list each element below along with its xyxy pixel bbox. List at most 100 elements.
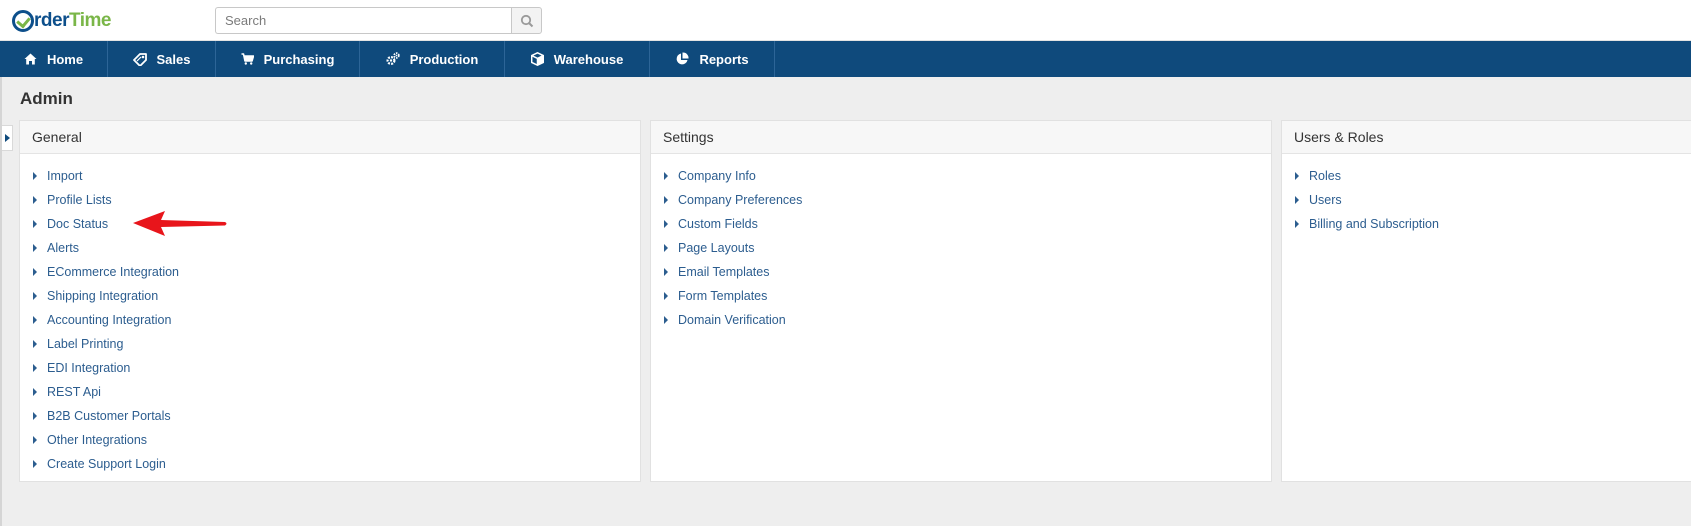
link-label: EDI Integration [47, 361, 131, 375]
link-label: Page Layouts [678, 241, 755, 255]
link-profile-lists[interactable]: Profile Lists [20, 188, 640, 212]
link-label: Label Printing [47, 337, 124, 351]
link-label: Domain Verification [678, 313, 786, 327]
link-domain-verification[interactable]: Domain Verification [651, 308, 1271, 332]
caret-right-icon [33, 196, 37, 204]
cart-icon [241, 53, 254, 65]
panel-general: General Import Profile Lists Doc Status … [19, 120, 641, 482]
logo-check-icon [12, 10, 34, 32]
link-label: Create Support Login [47, 457, 166, 471]
caret-right-icon [33, 316, 37, 324]
link-label: B2B Customer Portals [47, 409, 171, 423]
link-label: Roles [1309, 169, 1341, 183]
link-page-layouts[interactable]: Page Layouts [651, 236, 1271, 260]
link-roles[interactable]: Roles [1282, 164, 1691, 188]
link-label: Company Info [678, 169, 756, 183]
link-b2b-customer-portals[interactable]: B2B Customer Portals [20, 404, 640, 428]
red-arrow-icon [133, 211, 227, 236]
caret-right-icon [33, 364, 37, 372]
ordertime-logo[interactable]: rder Time [12, 9, 111, 33]
box-icon [530, 52, 544, 66]
link-rest-api[interactable]: REST Api [20, 380, 640, 404]
nav-warehouse[interactable]: Warehouse [505, 41, 650, 77]
link-other-integrations[interactable]: Other Integrations [20, 428, 640, 452]
home-icon [24, 53, 37, 65]
link-label: Company Preferences [678, 193, 803, 207]
nav-production-label: Production [409, 51, 479, 67]
link-edi-integration[interactable]: EDI Integration [20, 356, 640, 380]
caret-right-icon [33, 436, 37, 444]
link-company-info[interactable]: Company Info [651, 164, 1271, 188]
nav-home-label: Home [46, 51, 84, 67]
caret-right-icon [33, 268, 37, 276]
nav-home[interactable]: Home [0, 41, 108, 77]
gears-icon [386, 52, 400, 66]
caret-right-icon [664, 316, 668, 324]
link-label: Users [1309, 193, 1342, 207]
link-label: Accounting Integration [47, 313, 172, 327]
link-label-printing[interactable]: Label Printing [20, 332, 640, 356]
search-box [215, 7, 542, 34]
page-title: Admin [20, 89, 73, 108]
panel-settings-links: Company Info Company Preferences Custom … [651, 154, 1271, 332]
link-accounting-integration[interactable]: Accounting Integration [20, 308, 640, 332]
link-email-templates[interactable]: Email Templates [651, 260, 1271, 284]
link-billing-and-subscription[interactable]: Billing and Subscription [1282, 212, 1691, 236]
logo-text-time: Time [68, 10, 112, 31]
caret-right-icon [33, 340, 37, 348]
link-ecommerce-integration[interactable]: ECommerce Integration [20, 260, 640, 284]
link-users[interactable]: Users [1282, 188, 1691, 212]
caret-right-icon [33, 412, 37, 420]
nav-sales-label: Sales [156, 51, 191, 67]
link-label: Doc Status [47, 217, 109, 231]
nav-sales[interactable]: Sales [108, 41, 216, 77]
panel-settings: Settings Company Info Company Preference… [650, 120, 1272, 482]
caret-right-icon [664, 268, 668, 276]
link-shipping-integration[interactable]: Shipping Integration [20, 284, 640, 308]
panel-users-roles-links: Roles Users Billing and Subscription [1282, 154, 1691, 236]
link-form-templates[interactable]: Form Templates [651, 284, 1271, 308]
caret-right-icon [33, 388, 37, 396]
link-import[interactable]: Import [20, 164, 640, 188]
top-bar: rder Time [0, 0, 1691, 41]
search-button[interactable] [511, 7, 542, 34]
nav-purchasing[interactable]: Purchasing [216, 41, 360, 77]
sidebar-toggle[interactable] [2, 125, 13, 151]
link-label: Form Templates [678, 289, 768, 303]
link-label: Import [47, 169, 83, 183]
nav-production[interactable]: Production [360, 41, 505, 77]
caret-right-icon [33, 244, 37, 252]
search-input[interactable] [215, 7, 511, 34]
link-label: Custom Fields [678, 217, 758, 231]
caret-right-icon [1295, 172, 1299, 180]
link-custom-fields[interactable]: Custom Fields [651, 212, 1271, 236]
panel-general-links: Import Profile Lists Doc Status Alerts E… [20, 154, 640, 476]
link-alerts[interactable]: Alerts [20, 236, 640, 260]
link-label: Email Templates [678, 265, 770, 279]
caret-right-icon [664, 292, 668, 300]
main-nav: Home Sales Purchasing Production Warehou… [0, 41, 1691, 77]
link-label: Alerts [47, 241, 79, 255]
logo-text-order: rder [34, 10, 69, 31]
chevron-right-icon [4, 134, 10, 142]
caret-right-icon [33, 220, 37, 228]
content-area: Admin General Import Profile Lists Doc S… [0, 77, 1691, 526]
search-icon [520, 14, 533, 27]
link-company-preferences[interactable]: Company Preferences [651, 188, 1271, 212]
panel-users-roles-header: Users & Roles [1282, 121, 1691, 154]
caret-right-icon [664, 244, 668, 252]
pie-chart-icon [677, 52, 689, 65]
panel-users-roles: Users & Roles Roles Users Billing and Su… [1281, 120, 1691, 482]
caret-right-icon [1295, 196, 1299, 204]
link-label: Profile Lists [47, 193, 112, 207]
nav-reports[interactable]: Reports [650, 41, 775, 77]
caret-right-icon [664, 220, 668, 228]
link-doc-status[interactable]: Doc Status [20, 212, 640, 236]
nav-reports-label: Reports [699, 51, 749, 67]
link-label: Shipping Integration [47, 289, 159, 303]
link-create-support-login[interactable]: Create Support Login [20, 452, 640, 476]
link-label: REST Api [47, 385, 101, 399]
caret-right-icon [33, 460, 37, 468]
tag-icon [132, 52, 147, 66]
link-label: Billing and Subscription [1309, 217, 1439, 231]
